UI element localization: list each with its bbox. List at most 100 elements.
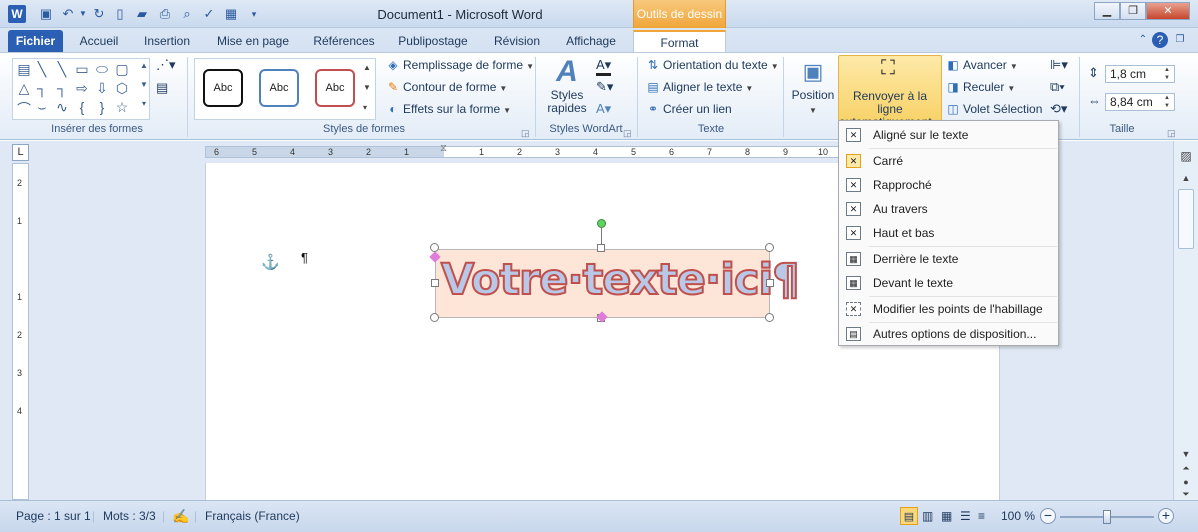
anchor-icon[interactable]: ⚓ bbox=[261, 253, 280, 271]
scroll-up-icon[interactable]: ▲ bbox=[1178, 171, 1194, 185]
draw-table-icon[interactable]: ▦ bbox=[223, 6, 239, 22]
web-layout-icon[interactable]: ▦ bbox=[941, 507, 952, 525]
menu-item-aligne[interactable]: ✕ Aligné sur le texte bbox=[841, 124, 1056, 146]
styles-up-icon[interactable]: ▲ bbox=[363, 63, 371, 72]
indent-marker-icon[interactable]: ⧖ bbox=[440, 143, 447, 154]
edit-shape-icon[interactable]: ⋰▾ bbox=[156, 57, 176, 73]
rotation-handle[interactable] bbox=[597, 219, 606, 228]
dialog-launcher-icon[interactable]: ◲ bbox=[623, 125, 632, 141]
zoom-level[interactable]: 100 % bbox=[1001, 507, 1035, 525]
tab-revision[interactable]: Révision bbox=[486, 30, 548, 52]
hexagon-shape-icon[interactable]: ⬡ bbox=[113, 80, 131, 97]
renvoyer-ligne-button[interactable]: ⛶ Renvoyer à la ligne automatiquement▼ bbox=[838, 55, 943, 129]
star-shape-icon[interactable]: ☆ bbox=[113, 99, 131, 116]
tab-stop-selector[interactable]: L bbox=[12, 144, 29, 161]
open-icon[interactable]: ▰ bbox=[134, 6, 150, 22]
zoom-in-icon[interactable]: + bbox=[1158, 508, 1174, 524]
spellcheck-icon[interactable]: ✓ bbox=[201, 6, 217, 22]
window-restore-small-icon[interactable]: ❐ bbox=[1172, 32, 1188, 48]
scroll-down-icon[interactable]: ▼ bbox=[1178, 447, 1194, 461]
undo-icon[interactable]: ↶ bbox=[60, 6, 76, 22]
word-count[interactable]: Mots : 3/3 bbox=[103, 507, 156, 525]
gallery-down-icon[interactable]: ▼ bbox=[135, 80, 153, 89]
line-shape-icon[interactable]: ╲ bbox=[33, 61, 51, 78]
curved-connector-icon[interactable]: ⌣ bbox=[33, 99, 51, 116]
height-input[interactable]: 1,8 cm bbox=[1105, 65, 1175, 83]
vertical-ruler[interactable]: 2 1 1 2 3 4 bbox=[12, 163, 29, 500]
shape-styles-gallery[interactable]: Abc Abc Abc ▲ ▼ ▾ bbox=[194, 58, 376, 120]
minimize-ribbon-icon[interactable]: ⌃ bbox=[1135, 32, 1151, 48]
menu-item-autres-options[interactable]: ▤ Autres options de disposition... bbox=[841, 323, 1056, 345]
word-logo-icon[interactable]: W bbox=[8, 5, 26, 23]
effets-button[interactable]: ◐ Effets sur la forme ▼ bbox=[386, 101, 511, 119]
rotate-icon[interactable]: ⟲▾ bbox=[1050, 101, 1067, 117]
menu-item-haut-et-bas[interactable]: ✕ Haut et bas bbox=[841, 222, 1056, 244]
tab-references[interactable]: Références bbox=[306, 30, 382, 52]
menu-item-au-travers[interactable]: ✕ Au travers bbox=[841, 198, 1056, 220]
zoom-slider-thumb[interactable] bbox=[1103, 510, 1111, 524]
styles-more-icon[interactable]: ▾ bbox=[363, 103, 367, 112]
orientation-texte-button[interactable]: ⇅ Orientation du texte ▼ bbox=[646, 57, 779, 75]
minimize-button[interactable]: ▁ bbox=[1094, 2, 1120, 20]
position-button[interactable]: ▣ Position ▼ bbox=[790, 57, 836, 119]
scroll-thumb[interactable] bbox=[1178, 189, 1194, 249]
contour-button[interactable]: ✎ Contour de forme ▼ bbox=[386, 79, 507, 97]
close-button[interactable]: ✕ bbox=[1146, 2, 1190, 20]
aligner-texte-button[interactable]: ▤ Aligner le texte ▼ bbox=[646, 79, 753, 97]
styles-down-icon[interactable]: ▼ bbox=[363, 83, 371, 92]
freeform-shape-icon[interactable]: ∿ bbox=[53, 99, 71, 116]
maximize-button[interactable]: ❐ bbox=[1120, 2, 1146, 20]
vertical-scrollbar[interactable]: ▨ ▲ ▼ ⏶ ● ⏷ bbox=[1173, 141, 1198, 500]
triangle-shape-icon[interactable]: △ bbox=[15, 80, 33, 97]
brace-right-icon[interactable]: } bbox=[93, 99, 111, 115]
menu-item-rapproche[interactable]: ✕ Rapproché bbox=[841, 174, 1056, 196]
redo-icon[interactable]: ↻ bbox=[91, 6, 107, 22]
page-count[interactable]: Page : 1 sur 1 bbox=[16, 507, 91, 525]
shapes-gallery[interactable]: ▤ ╲ ╲ ▭ ⬭ ▢ △ ┐ ┐ ⇨ ⇩ ⬡ ⌒ ⌣ ∿ { } ☆ ▲ ▼ … bbox=[12, 58, 150, 120]
gallery-up-icon[interactable]: ▲ bbox=[135, 61, 153, 70]
dialog-launcher-icon[interactable]: ◲ bbox=[521, 125, 530, 141]
zoom-out-icon[interactable]: − bbox=[1040, 508, 1056, 524]
previous-page-icon[interactable]: ⏶ bbox=[1178, 461, 1194, 475]
menu-item-devant[interactable]: ▦ Devant le texte bbox=[841, 272, 1056, 294]
resize-handle-se[interactable] bbox=[765, 313, 774, 322]
shape-style-black[interactable]: Abc bbox=[203, 69, 243, 107]
resize-handle-w[interactable] bbox=[431, 279, 439, 287]
curve-shape-icon[interactable]: ⌒ bbox=[15, 99, 33, 119]
text-effects-icon[interactable]: A▾ bbox=[596, 101, 611, 117]
shape-style-red[interactable]: Abc bbox=[315, 69, 355, 107]
avancer-button[interactable]: ◧ Avancer ▼ bbox=[946, 57, 1017, 75]
remplissage-button[interactable]: ◈ Remplissage de forme ▼ bbox=[386, 57, 534, 75]
tab-insertion[interactable]: Insertion bbox=[136, 30, 198, 52]
volet-selection-button[interactable]: ◫ Volet Sélection bbox=[946, 101, 1042, 117]
draft-view-icon[interactable]: ≡ bbox=[978, 507, 985, 525]
outline-view-icon[interactable]: ☰ bbox=[960, 507, 971, 525]
shape-style-blue[interactable]: Abc bbox=[259, 69, 299, 107]
text-fill-icon[interactable]: A▾ bbox=[596, 57, 612, 76]
width-input[interactable]: 8,84 cm bbox=[1105, 93, 1175, 111]
print-icon[interactable]: ⎙ bbox=[157, 6, 173, 22]
elbow-arrow-icon[interactable]: ┐ bbox=[53, 80, 71, 96]
resize-handle-sw[interactable] bbox=[430, 313, 439, 322]
resize-handle-ne[interactable] bbox=[765, 243, 774, 252]
ruler-toggle-icon[interactable]: ▨ bbox=[1178, 149, 1194, 163]
help-icon[interactable]: ? bbox=[1152, 32, 1168, 48]
customize-qat-icon[interactable]: ▾ bbox=[246, 6, 262, 22]
elbow-connector-icon[interactable]: ┐ bbox=[33, 80, 51, 96]
next-page-icon[interactable]: ⏷ bbox=[1178, 487, 1194, 501]
dialog-launcher-icon[interactable]: ◲ bbox=[1167, 125, 1176, 141]
save-icon[interactable]: ▣ bbox=[38, 6, 54, 22]
tab-format[interactable]: Format bbox=[633, 30, 726, 52]
menu-item-carre[interactable]: ✕ Carré bbox=[841, 150, 1056, 172]
tab-fichier[interactable]: Fichier bbox=[8, 30, 63, 52]
wordart-text[interactable]: Votre·texte·ici¶ bbox=[440, 250, 801, 316]
menu-item-derriere[interactable]: ▦ Derrière le texte bbox=[841, 248, 1056, 270]
resize-handle-e[interactable] bbox=[766, 279, 774, 287]
rounded-rect-shape-icon[interactable]: ▢ bbox=[113, 61, 131, 78]
gallery-more-icon[interactable]: ▾ bbox=[135, 99, 153, 108]
group-icon[interactable]: ⧉▾ bbox=[1050, 79, 1065, 95]
down-arrow-shape-icon[interactable]: ⇩ bbox=[93, 80, 111, 97]
oval-shape-icon[interactable]: ⬭ bbox=[93, 61, 111, 78]
brace-left-icon[interactable]: { bbox=[73, 99, 91, 115]
print-layout-view-icon[interactable]: ▤ bbox=[900, 507, 918, 525]
